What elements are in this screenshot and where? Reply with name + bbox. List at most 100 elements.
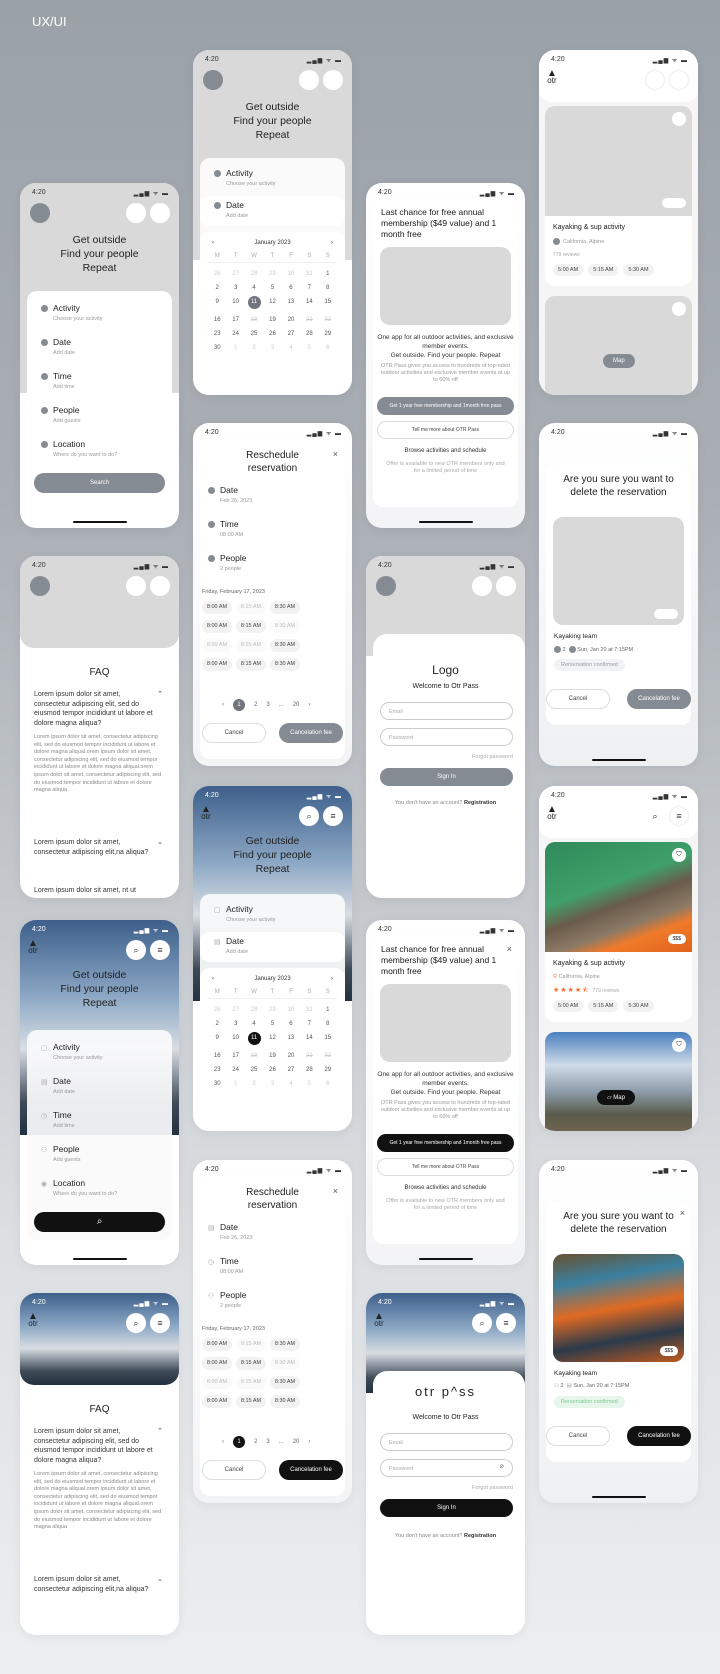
time-slot[interactable]: 8:15 AM bbox=[236, 1357, 266, 1370]
chevron-up-icon[interactable]: ⌃ bbox=[157, 690, 163, 700]
calendar-day[interactable]: 14 bbox=[300, 299, 318, 309]
time-field[interactable]: Time 08:00 AM bbox=[208, 519, 243, 538]
page-button[interactable]: 2 bbox=[254, 702, 257, 708]
calendar-day[interactable]: 1 bbox=[226, 1081, 244, 1087]
calendar-day[interactable]: 20 bbox=[282, 317, 300, 323]
time-field[interactable]: Time Add time bbox=[41, 371, 75, 390]
time-slot[interactable]: 8:00 AM bbox=[202, 658, 232, 671]
calendar-day[interactable]: 19 bbox=[263, 1053, 281, 1059]
calendar-day[interactable]: 5 bbox=[263, 1021, 281, 1027]
action-button[interactable] bbox=[126, 203, 146, 223]
tell-me-more-button[interactable]: Tell me more about OTR Pass bbox=[377, 421, 514, 439]
page-button[interactable]: ... bbox=[279, 1439, 284, 1445]
calendar-day[interactable]: 4 bbox=[282, 1081, 300, 1087]
date-field[interactable]: Date Add date bbox=[214, 200, 248, 219]
calendar-day[interactable]: 30 bbox=[208, 1081, 226, 1087]
eye-off-icon[interactable]: ⊘ bbox=[499, 1464, 504, 1470]
prev-month-button[interactable]: ‹ bbox=[212, 240, 214, 246]
sign-in-button[interactable]: Sign In bbox=[380, 1499, 513, 1517]
tell-me-more-button[interactable]: Tell me more about OTR Pass bbox=[377, 1158, 514, 1176]
search-button[interactable]: Search bbox=[34, 473, 165, 493]
calendar-day[interactable]: 23 bbox=[208, 331, 226, 337]
date-field[interactable]: ▤ Date Add date bbox=[214, 936, 248, 955]
browse-activities-link[interactable]: Browse activities and schedule bbox=[373, 1185, 518, 1191]
bookmark-button[interactable] bbox=[672, 112, 686, 126]
time-field[interactable]: ◷ Time Add time bbox=[41, 1110, 75, 1129]
time-slot[interactable]: 8:00 AM bbox=[202, 1395, 232, 1408]
time-slot[interactable]: 8:15 AM bbox=[236, 639, 266, 652]
calendar-day[interactable]: 16 bbox=[208, 1053, 226, 1059]
calendar-day[interactable]: 31 bbox=[300, 271, 318, 277]
calendar-day[interactable]: 4 bbox=[245, 285, 263, 291]
listing-card[interactable]: ⛉ $$$ Kayaking & sup activity ⚲ Californ… bbox=[545, 842, 692, 1022]
menu-icon[interactable]: ≡ bbox=[496, 1313, 516, 1333]
page-button[interactable]: 1 bbox=[233, 699, 245, 711]
prev-month-button[interactable]: ‹ bbox=[212, 976, 214, 982]
page-button[interactable]: 1 bbox=[233, 1436, 245, 1448]
calendar-day[interactable]: 1 bbox=[319, 271, 337, 277]
calendar-day[interactable]: 29 bbox=[319, 331, 337, 337]
time-chip[interactable]: 5:30 AM bbox=[623, 1000, 654, 1012]
calendar-day[interactable]: 26 bbox=[208, 1007, 226, 1013]
map-button[interactable]: ▱ Map bbox=[597, 1090, 635, 1105]
cancelation-fee-button[interactable]: Cancelation fee bbox=[279, 1460, 343, 1480]
calendar-day[interactable]: 27 bbox=[226, 1007, 244, 1013]
calendar-day[interactable]: 29 bbox=[319, 1067, 337, 1073]
faq-item[interactable]: Lorem ipsum dolor sit amet, consectetur … bbox=[34, 838, 167, 857]
calendar-day[interactable]: 4 bbox=[282, 345, 300, 351]
calendar-day[interactable]: 24 bbox=[226, 331, 244, 337]
bookmark-icon[interactable]: ⛉ bbox=[672, 1038, 686, 1052]
calendar-day[interactable]: 26 bbox=[263, 1067, 281, 1073]
calendar-day[interactable]: 28 bbox=[245, 1007, 263, 1013]
otr-logo[interactable]: ▲ otr bbox=[374, 1312, 384, 1328]
action-button[interactable] bbox=[299, 70, 319, 90]
calendar-day[interactable]: 22 bbox=[319, 1053, 337, 1059]
calendar-day[interactable]: 10 bbox=[226, 1035, 244, 1045]
prev-page-button[interactable]: ‹ bbox=[222, 1439, 224, 1445]
avatar[interactable] bbox=[30, 203, 50, 223]
sign-in-button[interactable]: Sign In bbox=[380, 768, 513, 786]
time-chip[interactable]: 5:15 AM bbox=[588, 1000, 619, 1012]
calendar-day[interactable]: 4 bbox=[245, 1021, 263, 1027]
get-membership-button[interactable]: Get 1 year free membership and 1month fr… bbox=[377, 397, 514, 415]
calendar-day[interactable]: 27 bbox=[226, 271, 244, 277]
calendar-day[interactable]: 21 bbox=[300, 1053, 318, 1059]
page-button[interactable]: 20 bbox=[293, 1439, 300, 1445]
password-input[interactable]: Password ⊘ bbox=[380, 1459, 513, 1477]
calendar-day[interactable]: 26 bbox=[208, 271, 226, 277]
calendar-day[interactable]: 18 bbox=[245, 317, 263, 323]
calendar-day[interactable]: 30 bbox=[208, 345, 226, 351]
close-icon[interactable]: × bbox=[333, 1186, 338, 1196]
calendar-day[interactable]: 23 bbox=[208, 1067, 226, 1073]
calendar-day[interactable]: 3 bbox=[263, 345, 281, 351]
calendar-day[interactable]: 8 bbox=[319, 285, 337, 291]
time-slot[interactable]: 8:30 AM bbox=[270, 639, 300, 652]
time-slot[interactable]: 8:15 AM bbox=[236, 1395, 266, 1408]
date-field[interactable]: ▤ Date Add date bbox=[41, 1076, 75, 1095]
menu-icon[interactable]: ≡ bbox=[323, 806, 343, 826]
calendar-day[interactable]: 27 bbox=[282, 1067, 300, 1073]
time-slot[interactable]: 8:00 AM bbox=[202, 620, 232, 633]
time-slot[interactable]: 8:00 AM bbox=[202, 639, 232, 652]
people-field[interactable]: People Add guests bbox=[41, 405, 81, 424]
location-field[interactable]: Location Where do you want to do? bbox=[41, 439, 117, 458]
calendar-day[interactable]: 28 bbox=[300, 1067, 318, 1073]
time-slot[interactable]: 8:30 AM bbox=[270, 1395, 300, 1408]
calendar-day[interactable]: 1 bbox=[319, 1007, 337, 1013]
search-icon[interactable]: ⌕ bbox=[299, 806, 319, 826]
otr-logo[interactable]: ▲ otr bbox=[28, 1312, 38, 1328]
calendar-day[interactable]: 27 bbox=[282, 331, 300, 337]
calendar-day[interactable]: 13 bbox=[282, 299, 300, 309]
next-page-button[interactable]: › bbox=[308, 702, 310, 708]
calendar-day[interactable]: 9 bbox=[208, 299, 226, 309]
chevron-down-icon[interactable]: ⌄ bbox=[157, 838, 163, 848]
calendar-day[interactable]: 5 bbox=[300, 345, 318, 351]
email-input[interactable]: Email bbox=[380, 702, 513, 720]
calendar-day[interactable]: 11 bbox=[245, 1032, 263, 1045]
time-slot[interactable]: 8:00 AM bbox=[202, 1338, 232, 1351]
calendar-day[interactable]: 13 bbox=[282, 1035, 300, 1045]
close-icon[interactable]: × bbox=[333, 449, 338, 459]
time-slot[interactable]: 8:30 AM bbox=[270, 1376, 300, 1389]
time-slot[interactable]: 8:30 AM bbox=[270, 1338, 300, 1351]
calendar-day[interactable]: 30 bbox=[282, 271, 300, 277]
